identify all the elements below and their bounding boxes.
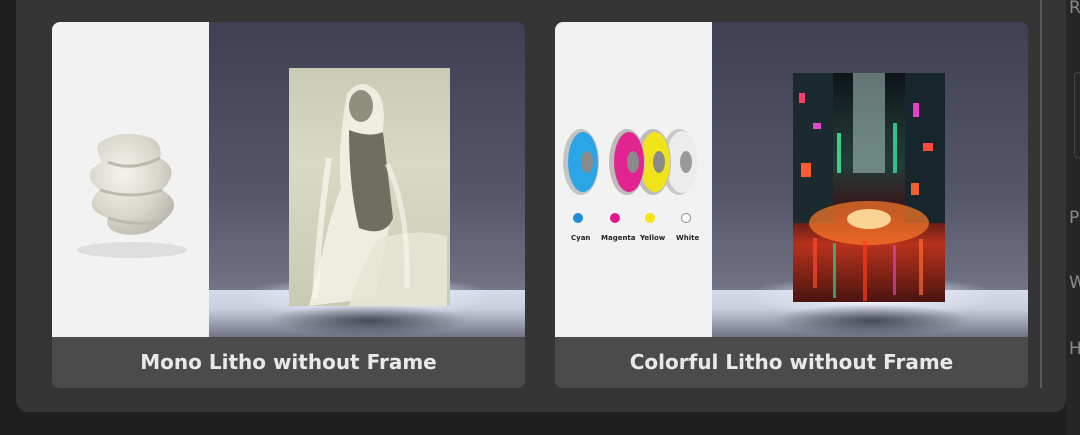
mono-litho-card[interactable]: Mono Litho without Frame [52, 22, 525, 388]
cmyw-filament-panel: Cyan Magenta Yellow White [555, 22, 712, 337]
cyan-dot [573, 213, 583, 223]
side-panel: R P W H [1066, 0, 1080, 435]
colorful-litho-scene [712, 22, 1028, 337]
side-panel-label: P [1069, 208, 1080, 228]
magenta-label: Magenta [601, 234, 636, 242]
yellow-dot [645, 213, 655, 223]
magenta-dot [610, 213, 620, 223]
portrait-image [309, 84, 447, 307]
white-label: White [676, 234, 700, 242]
colorful-litho-panel [793, 73, 945, 302]
side-panel-box [1074, 72, 1080, 158]
cyan-label: Cyan [571, 234, 591, 242]
side-panel-label: R [1069, 0, 1080, 18]
white-dot [681, 213, 691, 223]
mono-litho-preview [52, 22, 525, 337]
city-street-image [793, 73, 945, 301]
cyan-spool-icon [563, 129, 599, 195]
white-filament-panel [52, 22, 209, 337]
card-label: Mono Litho without Frame [52, 337, 525, 388]
yellow-label: Yellow [640, 234, 666, 242]
colorful-litho-preview: Cyan Magenta Yellow White [555, 22, 1028, 337]
side-panel-label: H [1069, 339, 1080, 359]
white-vase-illustration [77, 133, 187, 258]
side-panel-label: W [1069, 273, 1080, 293]
colorful-litho-card[interactable]: Cyan Magenta Yellow White Colorful Litho… [555, 22, 1028, 388]
card-label: Colorful Litho without Frame [555, 337, 1028, 388]
magenta-spool-icon [609, 129, 645, 195]
mono-litho-panel [289, 68, 450, 307]
scrollbar-divider [1040, 0, 1042, 388]
filament-spools-illustration [563, 129, 698, 195]
mono-litho-scene [209, 22, 525, 337]
